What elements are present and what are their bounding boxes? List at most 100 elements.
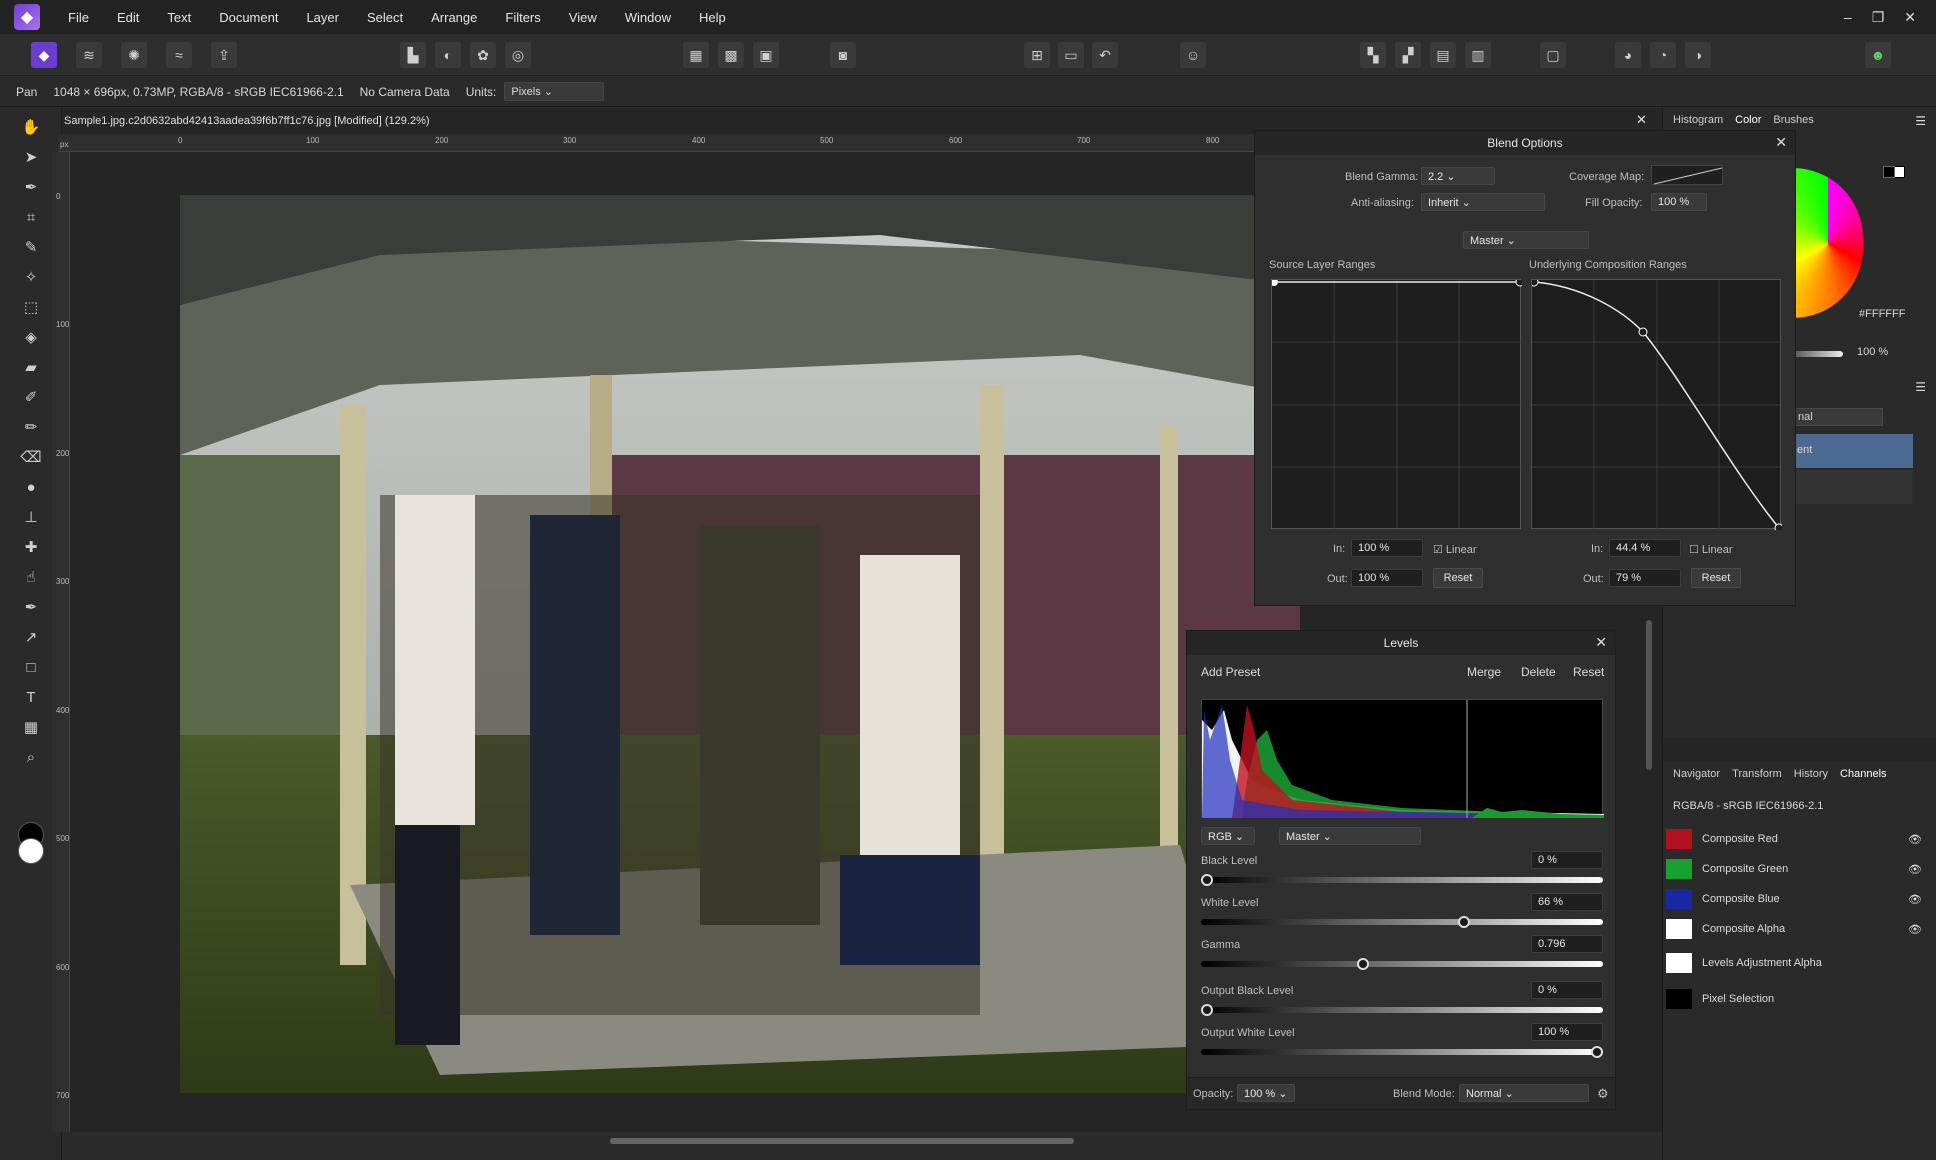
tab-transform[interactable]: Transform [1732,768,1782,780]
restore-button[interactable]: ❐ [1872,9,1885,26]
channel-row[interactable]: Pixel Selection [1662,984,1922,1014]
levels-channel-select[interactable]: Master ⌄ [1279,827,1421,845]
units-select[interactable]: Pixels ⌄ [504,82,605,101]
arrange-forward-icon[interactable]: ▞ [1395,42,1421,68]
antialias-select[interactable]: Inherit ⌄ [1421,193,1545,211]
minimize-button[interactable]: – [1844,9,1852,26]
erase-brush-icon[interactable]: ⌫ [20,446,42,468]
move-tool-icon[interactable]: ➤ [20,146,42,168]
white-level-knob[interactable] [1458,916,1471,928]
settings-gear-icon[interactable]: ⚙ [1597,1086,1609,1102]
underlying-ranges-graph[interactable] [1529,277,1784,533]
levels-opacity-select[interactable]: 100 % ⌄ [1237,1084,1295,1102]
photo-persona-icon[interactable]: ◆ [31,42,57,68]
channel-row[interactable]: Composite Red 👁 [1662,824,1922,854]
gamma-input[interactable]: 0.796 [1531,935,1603,953]
snapping-icon[interactable]: ▭ [1058,42,1084,68]
close-window-button[interactable]: ✕ [1904,9,1916,26]
auto-white-balance-icon[interactable]: ◎ [505,42,531,68]
node-tool-icon[interactable]: ↗ [20,626,42,648]
underlying-out-input[interactable]: 79 % [1609,569,1681,587]
visibility-eye-icon[interactable]: 👁 [1908,893,1922,906]
layer-row-background[interactable] [1793,470,1913,504]
menu-help[interactable]: Help [685,10,740,25]
fill-opacity-select[interactable]: 100 % [1651,193,1707,211]
menu-filters[interactable]: Filters [491,10,554,25]
gamma-slider[interactable] [1201,961,1603,967]
output-black-knob[interactable] [1201,1004,1213,1016]
channel-row[interactable]: Composite Blue 👁 [1662,884,1922,914]
reset-button[interactable]: Reset [1573,665,1604,679]
selection-brush-icon[interactable]: ✎ [20,236,42,258]
levels-icon[interactable]: ▙ [400,42,426,68]
source-ranges-graph[interactable] [1270,277,1525,530]
output-black-input[interactable]: 0 % [1531,981,1603,999]
black-level-knob[interactable] [1201,874,1213,886]
liquify-persona-icon[interactable]: ≋ [76,42,102,68]
color-wheel[interactable] [1793,168,1863,318]
gradient-tool-icon[interactable]: ▰ [20,356,42,378]
underlying-linear-checkbox[interactable]: ☐ Linear [1689,543,1733,556]
color-picker-tool-icon[interactable]: ✒ [20,176,42,198]
app-logo-icon[interactable]: ◆ [14,4,40,30]
visibility-eye-icon[interactable]: 👁 [1908,923,1922,936]
menu-window[interactable]: Window [611,10,685,25]
smudge-tool-icon[interactable]: ☝ [20,566,42,588]
output-white-slider[interactable] [1201,1049,1603,1055]
output-white-knob[interactable] [1591,1046,1603,1058]
crop-tool-icon[interactable]: ⌗ [20,206,42,228]
source-out-input[interactable]: 100 % [1351,569,1423,587]
document-photo[interactable] [180,195,1300,1093]
rectangle-tool-icon[interactable]: □ [20,656,42,678]
marquee-tool-icon[interactable]: ⬚ [20,296,42,318]
blend-mode-select[interactable]: Normal ⌄ [1459,1084,1589,1102]
tab-navigator[interactable]: Navigator [1673,768,1720,780]
selection-mode-icon[interactable]: ▦ [683,42,709,68]
hand-tool-icon[interactable]: ✋ [20,116,42,138]
deselect-icon[interactable]: ▩ [718,42,744,68]
stroke-swatch[interactable] [1883,166,1895,178]
insert-inside-icon[interactable]: ◔ [1650,42,1676,68]
horizontal-scrollbar[interactable] [610,1138,1074,1144]
auto-colors-icon[interactable]: ✿ [470,42,496,68]
vertical-scrollbar[interactable] [1646,620,1652,770]
menu-view[interactable]: View [555,10,611,25]
visibility-eye-icon[interactable]: 👁 [1908,863,1922,876]
black-level-input[interactable]: 0 % [1531,851,1603,869]
pen-tool-icon[interactable]: ✒ [20,596,42,618]
export-persona-icon[interactable]: ⇪ [211,42,237,68]
assistant-icon[interactable]: ⊞ [1024,42,1050,68]
output-white-input[interactable]: 100 % [1531,1023,1603,1041]
blend-gamma-select[interactable]: 2.2 ⌄ [1421,167,1495,185]
menu-document[interactable]: Document [205,10,292,25]
white-level-slider[interactable] [1201,919,1603,925]
user-account-icon[interactable]: ☻ [1865,42,1891,68]
menu-edit[interactable]: Edit [103,10,153,25]
menu-file[interactable]: File [54,10,103,25]
underlying-reset-button[interactable]: Reset [1691,568,1741,588]
invert-selection-icon[interactable]: ▣ [753,42,779,68]
close-levels-icon[interactable]: ✕ [1595,634,1607,651]
layer-blend-mode-select[interactable]: nal [1793,408,1883,426]
quick-mask-icon[interactable]: ◙ [830,42,856,68]
undo-icon[interactable]: ↶ [1092,42,1118,68]
merge-button[interactable]: Merge [1467,665,1501,679]
pixel-tool-icon[interactable]: ✏ [20,416,42,438]
tab-brushes[interactable]: Brushes [1773,114,1813,126]
flood-fill-icon[interactable]: ◈ [20,326,42,348]
close-blend-options-icon[interactable]: ✕ [1775,134,1787,151]
coverage-map-curve[interactable] [1651,165,1723,185]
tab-histogram[interactable]: Histogram [1673,114,1723,126]
text-tool-icon[interactable]: T [20,686,42,708]
tab-color[interactable]: Color [1735,114,1761,126]
auto-contrast-icon[interactable]: ◐ [435,42,461,68]
channel-mode-select[interactable]: RGB ⌄ [1201,827,1255,845]
output-black-slider[interactable] [1201,1007,1603,1013]
delete-button[interactable]: Delete [1521,665,1556,679]
align-icon[interactable]: ▤ [1430,42,1456,68]
white-level-input[interactable]: 66 % [1531,893,1603,911]
menu-layer[interactable]: Layer [292,10,353,25]
tab-history[interactable]: History [1794,768,1828,780]
paint-brush-icon[interactable]: ✐ [20,386,42,408]
black-level-slider[interactable] [1201,877,1603,883]
